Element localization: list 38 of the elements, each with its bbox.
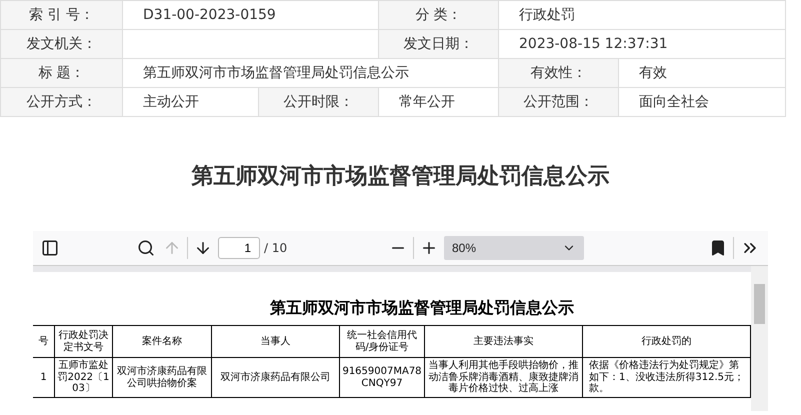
cell-text-line: 如下：1、没收违法所得312.5元； (589, 372, 744, 383)
field-label: 索 引 号： (1, 1, 123, 30)
table-header: 统一社会信用代码/身份证号 (340, 326, 425, 358)
field-label: 发文日期： (379, 30, 499, 59)
table-cell: 五师市监处罚2022〔103〕 (55, 358, 113, 398)
field-label: 公开范围： (499, 88, 619, 117)
table-cell: 91659007MA78CNQY97 (340, 358, 425, 398)
cell-text-line: 依据《价格违法行为处罚规定》第 (589, 360, 739, 372)
field-label: 分 类： (379, 1, 499, 30)
field-label: 公开时限： (259, 88, 379, 117)
table-header: 案件名称 (113, 326, 212, 358)
table-header: 行政处罚决定书文号 (55, 326, 113, 358)
page-count: / 10 (264, 241, 288, 255)
field-label: 有效性： (499, 59, 619, 88)
field-value: 主动公开 (123, 88, 259, 117)
field-label: 公开方式： (1, 88, 123, 117)
field-value: 2023-08-15 12:37:31 (499, 30, 786, 59)
table-cell: 双河市济康药品有限公司哄抬物价案 (113, 358, 212, 398)
table-header: 号 (33, 326, 55, 358)
table-cell: 双河市济康药品有限公司 (212, 358, 340, 398)
field-value: 常年公开 (379, 88, 499, 117)
field-value: 行政处罚 (499, 1, 786, 30)
table-cell: 1 (33, 358, 55, 398)
field-value: 有效 (619, 59, 786, 88)
page-number-field[interactable]: 1 (218, 237, 260, 259)
scrollbar[interactable] (751, 266, 768, 411)
cell-text-line: 款。 (589, 383, 609, 395)
field-value: 面向全社会 (619, 88, 786, 117)
field-label: 标 题： (1, 59, 123, 88)
zoom-select[interactable]: 80% (444, 236, 584, 260)
document-title: 第五师双河市市场监督管理局处罚信息公示 (269, 298, 575, 319)
table-header: 当事人 (212, 326, 340, 358)
field-label: 发文机关： (1, 30, 123, 59)
page-heading: 第五师双河市市场监督管理局处罚信息公示 (190, 162, 610, 191)
table-header: 主要违法事实 (425, 326, 583, 358)
field-value: D31-00-2023-0159 (123, 1, 379, 30)
field-value: 第五师双河市市场监督管理局处罚信息公示 (123, 59, 499, 88)
table-cell: 当事人利用其他手段哄抬物价，推动洁鲁乐牌消毒酒精、康致捷牌消毒片价格过快、过高上涨 (425, 358, 583, 398)
